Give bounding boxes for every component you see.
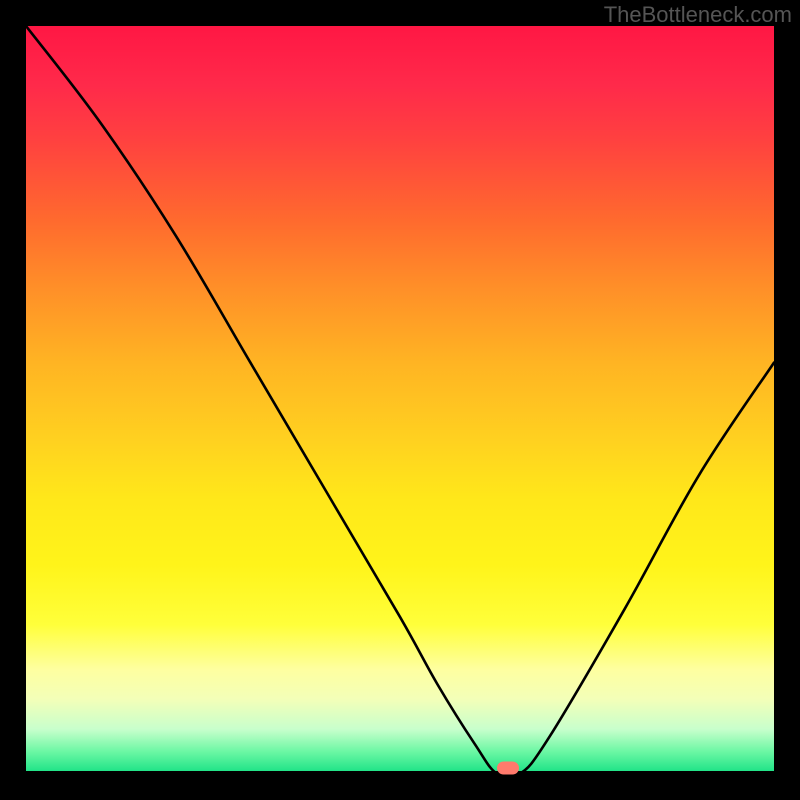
gradient-fill <box>26 26 774 774</box>
chart-root: TheBottleneck.com <box>0 0 800 800</box>
plot-area <box>26 26 774 774</box>
watermark-label: TheBottleneck.com <box>604 2 792 28</box>
optimal-marker <box>497 762 519 775</box>
x-axis <box>26 771 774 774</box>
